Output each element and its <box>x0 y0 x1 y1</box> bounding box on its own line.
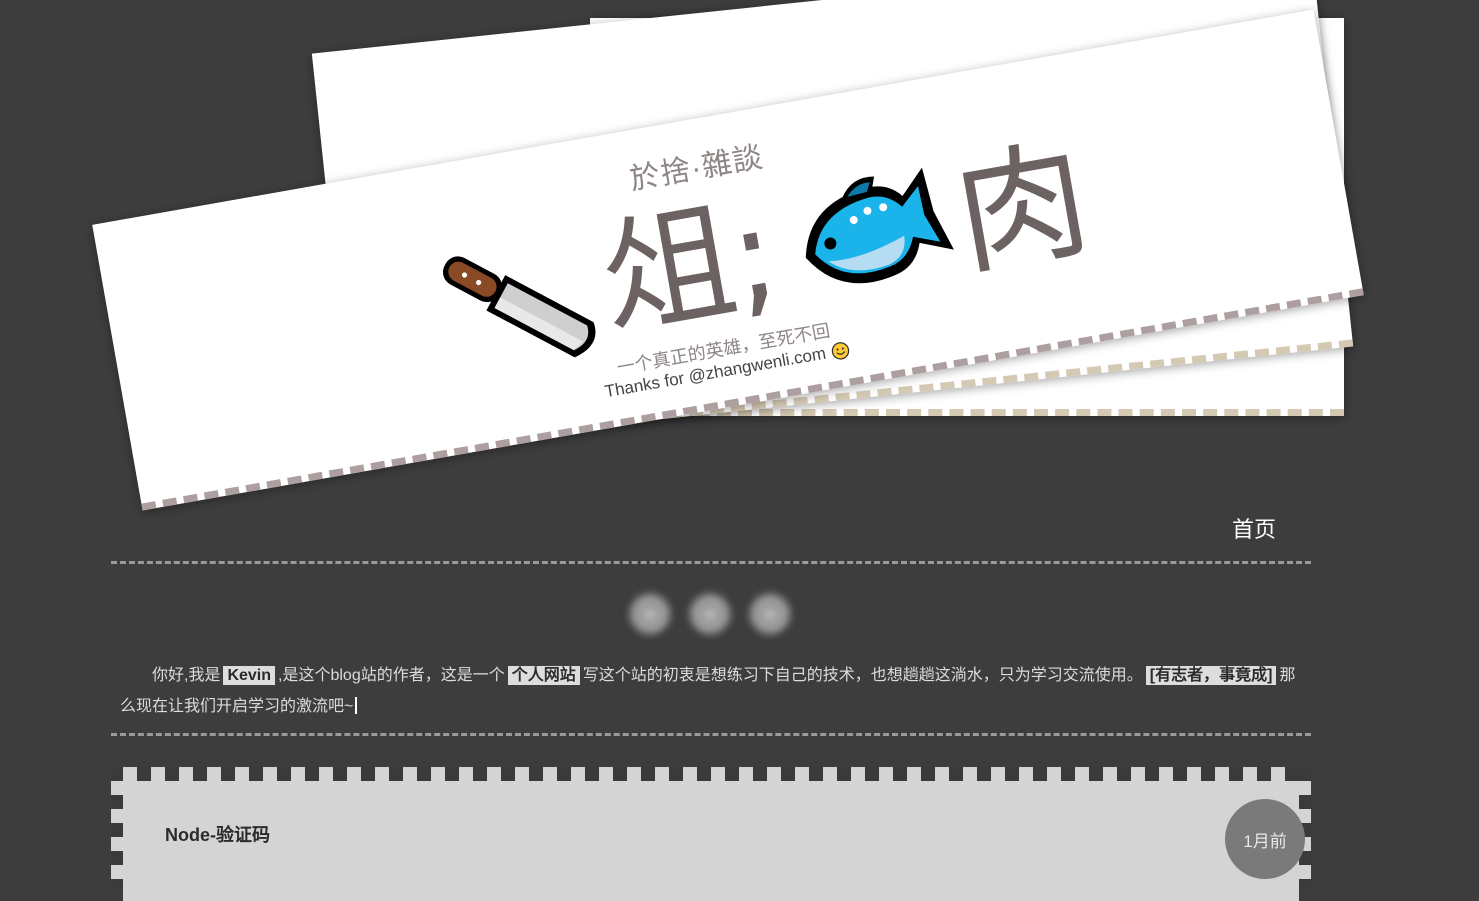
author-name: Kevin <box>223 666 276 685</box>
post-stamp-edge-top <box>123 767 1299 781</box>
fish-icon <box>805 167 954 284</box>
intro-part-3: 写这个站的初衷是想练习下自己的技术，也想趟趟这淌水，只为学习交流使用。 <box>582 667 1143 684</box>
divider-top <box>111 561 1311 564</box>
quote-highlight: [有志者，事竟成] <box>1145 666 1277 685</box>
nav-home-link[interactable]: 首页 <box>1232 512 1276 544</box>
social-icon-3[interactable]: ◉ <box>750 594 790 634</box>
social-icon-1[interactable]: ◉ <box>630 594 670 634</box>
typing-cursor <box>355 697 358 714</box>
intro-part-2: ,是这个blog站的作者，这是一个 <box>278 667 505 684</box>
divider-bottom <box>111 733 1311 736</box>
intro-part-1: 你好,我是 <box>152 667 221 684</box>
post-card[interactable]: Node-验证码 1月前 <box>111 767 1311 901</box>
post-title[interactable]: Node-验证码 <box>165 821 270 847</box>
social-links: ◉ ◉ ◉ <box>630 594 790 634</box>
smile-icon <box>831 342 850 360</box>
post-body: Node-验证码 1月前 <box>123 781 1305 901</box>
title-text-rou: 肉 <box>945 121 1100 295</box>
intro-paragraph: 你好,我是 Kevin ,是这个blog站的作者，这是一个 个人网站 写这个站的初衷是想… <box>120 660 1300 722</box>
post-date-badge: 1月前 <box>1225 799 1305 879</box>
social-icon-2[interactable]: ◉ <box>690 594 730 634</box>
post-stamp-edge-left <box>111 781 123 891</box>
title-text-zu: 俎; <box>590 176 789 357</box>
header-banner: 於捨·雜談 俎; 肉 一个真正的英雄，至死不回 Thanks for @zhan… <box>0 0 1479 540</box>
site-kind-highlight: 个人网站 <box>507 666 580 685</box>
